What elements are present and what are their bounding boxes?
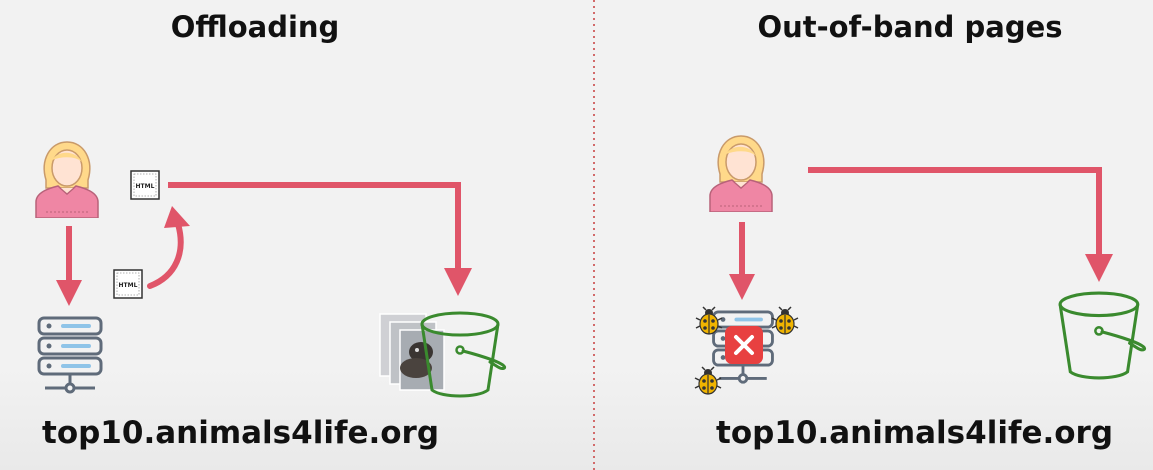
arrow-html-to-bucket (168, 182, 472, 296)
right-user-icon (709, 135, 773, 212)
arrow-curved-html-return (147, 206, 190, 289)
left-domain-label: top10.animals4life.org (42, 415, 440, 451)
left-server-icon (37, 316, 103, 394)
left-user-icon (35, 141, 99, 218)
error-icon (725, 326, 763, 364)
right-bucket-icon (1058, 291, 1147, 380)
html-document-icon-bottom: HTML (113, 269, 143, 299)
animal-photos (379, 313, 445, 391)
diagram-canvas: HTML HTML (35, 0, 1147, 470)
html-document-icon-top: HTML (130, 170, 160, 200)
bug-icon-right (771, 306, 799, 335)
arrow-user-to-server-right (729, 222, 755, 300)
arrow-user-to-bucket (808, 167, 1113, 282)
bug-icon-bottom (694, 366, 722, 395)
html-doc-bottom-label: HTML (119, 282, 138, 289)
right-domain-label: top10.animals4life.org (716, 415, 1114, 451)
arrow-user-to-server (56, 226, 82, 306)
html-doc-top-label: HTML (136, 183, 155, 190)
